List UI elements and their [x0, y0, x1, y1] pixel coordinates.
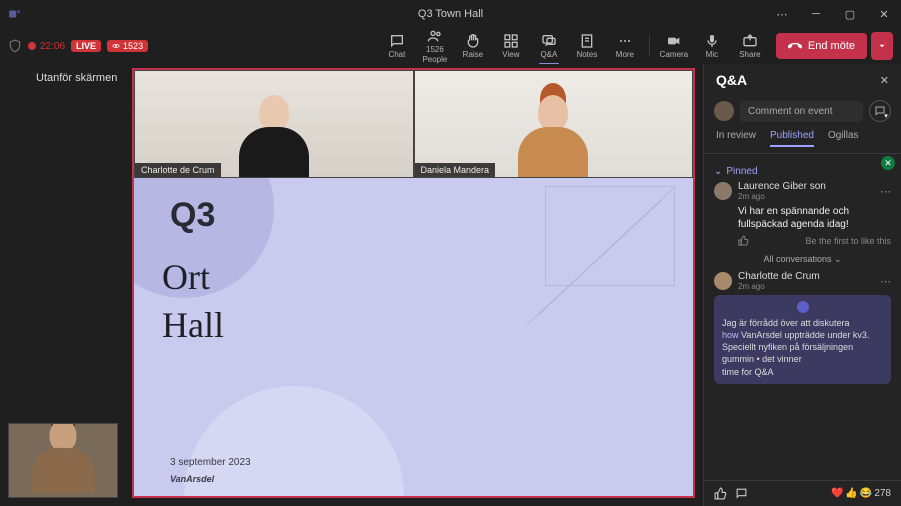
tab-disliked[interactable]: Ogillas [828, 130, 859, 147]
comment-button[interactable] [735, 487, 748, 500]
mic-button[interactable]: Mic [694, 33, 730, 59]
video-name-1: Charlotte de Crum [135, 163, 221, 177]
like-hint: Be the first to like this [805, 236, 891, 246]
view-button[interactable]: View [493, 33, 529, 59]
thumbs-up-reaction-icon[interactable]: 👍 [845, 488, 857, 499]
chevron-down-icon: ⌄ [834, 254, 842, 264]
presentation-slide: Q3 Ort Hall 3 september 2023 VanArsdel [134, 178, 693, 496]
raise-hand-button[interactable]: Raise [455, 33, 491, 59]
record-dot-icon [28, 42, 36, 50]
slide-title-2: Hall [162, 304, 224, 346]
slide-title-1: Ort [162, 256, 210, 298]
more-button[interactable]: More [607, 33, 643, 59]
end-meeting-dropdown[interactable] [871, 32, 893, 60]
video-name-2: Daniela Mandera [415, 163, 496, 177]
post-author: Laurence Giber son [738, 181, 826, 192]
slide-date: 3 september 2023 [170, 457, 251, 468]
chevron-down-icon: ⌄ [714, 166, 722, 177]
highlighted-message: Jag är förrådd över att diskutera how Va… [714, 295, 891, 384]
notes-icon [579, 33, 595, 49]
reaction-count: 278 [874, 488, 891, 499]
people-icon [427, 28, 443, 44]
window-controls: ⋯ ─ ▢ ✕ [765, 0, 901, 28]
hand-icon [465, 33, 481, 49]
maximize-button[interactable]: ▢ [833, 0, 867, 28]
qa-icon [541, 33, 557, 49]
share-icon [742, 33, 758, 49]
self-avatar [714, 101, 734, 121]
recording-indicator: 22:06 [28, 41, 65, 52]
post-time: 2m ago [738, 192, 826, 201]
grid-icon [503, 33, 519, 49]
avatar [714, 182, 732, 200]
video-tile-1[interactable]: Charlotte de Crum [134, 70, 414, 178]
qa-close-button[interactable]: ✕ [880, 74, 889, 87]
self-video[interactable] [8, 423, 118, 498]
live-badge: LIVE [71, 40, 101, 52]
chat-button[interactable]: Chat [379, 33, 415, 59]
qa-button[interactable]: Q&A [531, 33, 567, 59]
notes-button[interactable]: Notes [569, 33, 605, 59]
chevron-down-icon: ▾ [884, 112, 888, 120]
people-button[interactable]: 1526 People [417, 28, 453, 64]
post-text: Vi har en spännande och fullspäckad agen… [738, 205, 891, 231]
camera-button[interactable]: Camera [656, 33, 692, 59]
viewer-count-badge: 1523 [107, 40, 148, 52]
mic-icon [704, 33, 720, 49]
toolbar-separator [649, 35, 650, 57]
window-title: Q3 Town Hall [418, 8, 483, 20]
laugh-reaction-icon[interactable]: 😂 [860, 488, 872, 499]
shared-content: Charlotte de Crum Daniela Mandera Q3 Ort… [132, 68, 695, 498]
post-time: 2m ago [738, 282, 820, 291]
avatar [714, 272, 732, 290]
stage: Utanför skärmen Charlotte de Crum Daniel… [0, 64, 703, 506]
reactions-bar: ❤️ 👍 😂 278 [704, 480, 901, 506]
like-button[interactable] [738, 235, 749, 246]
meeting-toolbar: 22:06 LIVE 1523 Chat 1526 People Raise V… [0, 28, 901, 64]
bot-icon [797, 301, 809, 313]
qa-tabs: In review Published Ogillas [704, 130, 901, 154]
tab-published[interactable]: Published [770, 130, 814, 147]
all-conversations-toggle[interactable]: All conversations ⌄ [714, 254, 891, 265]
chat-icon [389, 33, 405, 49]
tab-in-review[interactable]: In review [716, 130, 756, 147]
more-dots-icon[interactable]: ⋯ [765, 0, 799, 28]
excel-badge-icon[interactable]: ✕ [881, 156, 895, 170]
post-more-button[interactable]: ⋯ [880, 275, 891, 288]
slide-brand: VanArsdel [170, 474, 214, 484]
video-tile-2[interactable]: Daniela Mandera [414, 70, 694, 178]
camera-icon [666, 33, 682, 49]
comment-input[interactable]: Comment on event [740, 101, 863, 122]
qa-post: Laurence Giber son 2m ago ⋯ Vi har en sp… [714, 181, 891, 246]
close-button[interactable]: ✕ [867, 0, 901, 28]
off-screen-label: Utanför skärmen [36, 72, 117, 84]
post-more-button[interactable]: ⋯ [880, 185, 891, 198]
shield-icon[interactable] [8, 39, 22, 53]
end-meeting-button[interactable]: End möte [776, 33, 867, 59]
comment-send-button[interactable]: ▾ [869, 100, 891, 122]
minimize-button[interactable]: ─ [799, 0, 833, 28]
title-bar: Q3 Town Hall ⋯ ─ ▢ ✕ [0, 0, 901, 28]
pinned-section-label[interactable]: ⌄ Pinned [714, 166, 891, 177]
post-author: Charlotte de Crum [738, 271, 820, 282]
more-icon [617, 33, 633, 49]
qa-panel-title: Q&A [716, 72, 747, 88]
like-button[interactable] [714, 487, 727, 500]
slide-heading: Q3 [170, 196, 215, 235]
heart-reaction-icon[interactable]: ❤️ [831, 488, 843, 499]
teams-app-icon [8, 7, 22, 21]
share-button[interactable]: Share [732, 33, 768, 59]
qa-panel: Q&A ✕ Comment on event ▾ In review Publi… [703, 64, 901, 506]
elapsed-time: 22:06 [40, 41, 65, 52]
qa-post: Charlotte de Crum 2m ago ⋯ Jag är förråd… [714, 271, 891, 384]
